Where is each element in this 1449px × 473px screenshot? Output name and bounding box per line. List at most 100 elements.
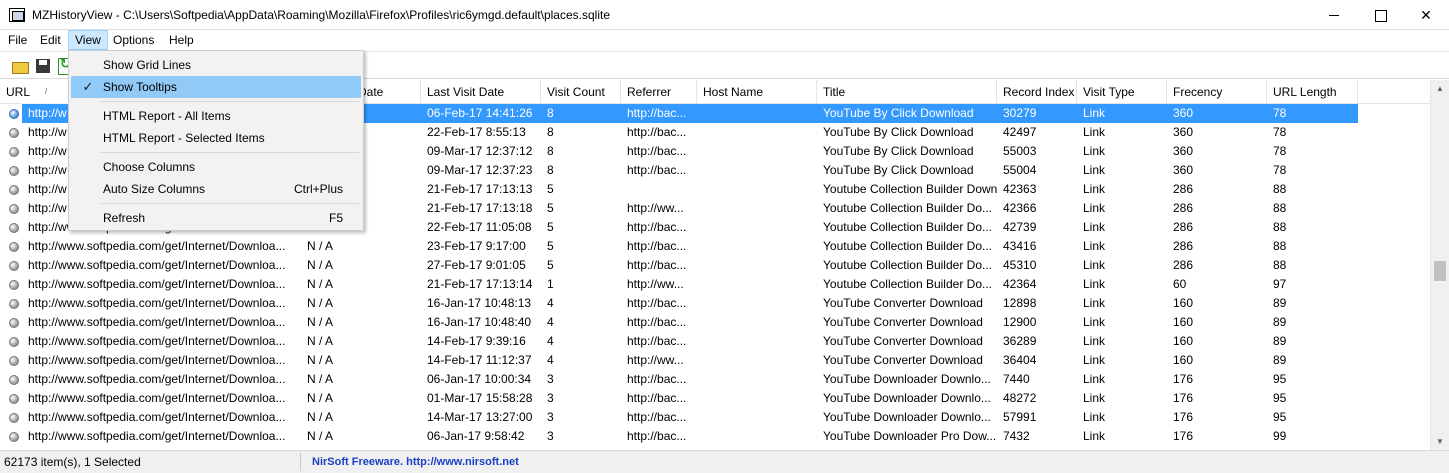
menu-item-choose-columns[interactable]: Choose Columns [71,156,361,178]
menu-separator [101,101,359,102]
cell-host [697,161,817,180]
cell-type: Link [1083,334,1106,348]
menu-item-html-report-all[interactable]: HTML Report - All Items [71,105,361,127]
cell-length: 89 [1273,296,1287,310]
cell-frecency: 360 [1173,144,1194,158]
cell-last: 14-Feb-17 11:12:37 [427,353,532,367]
cell-length: 78 [1273,144,1287,158]
cell-url: http://www.softpedia.com/get/Internet/Do… [28,353,286,367]
table-row[interactable]: http://www.softpedia.com/get/Internet/Do… [0,370,1430,389]
cell-count: 4 [547,334,554,348]
history-item-icon [9,280,19,290]
cell-count: 5 [547,182,554,196]
cell-length: 95 [1273,372,1287,386]
cell-count: 5 [547,220,554,234]
menu-item-shortcut: F5 [328,211,343,225]
cell-host [697,389,817,408]
cell-frecency: 286 [1173,258,1194,272]
table-row[interactable]: http://www.softpedia.com/get/Internet/Do… [0,351,1430,370]
cell-title: YouTube Downloader Downlo... [823,410,991,424]
maximize-button[interactable] [1357,0,1403,30]
history-item-icon [9,147,19,157]
cell-count: 3 [547,410,554,424]
table-row[interactable]: http://www.softpedia.com/get/Internet/Do… [0,313,1430,332]
cell-referrer: http://bac... [627,334,687,348]
menu-view[interactable]: View [68,30,108,50]
table-row[interactable]: http://www.softpedia.com/get/Internet/Do… [0,294,1430,313]
table-row[interactable]: http://www.softpedia.com/get/Internet/Do… [0,389,1430,408]
history-item-icon [9,223,19,233]
column-header-last-visit[interactable]: Last Visit Date [421,80,541,104]
nirsoft-link[interactable]: NirSoft Freeware. http://www.nirsoft.net [312,451,519,473]
column-header-url-length[interactable]: URL Length [1267,80,1358,104]
menu-item-shortcut: Ctrl+Plus [293,182,343,196]
vertical-scrollbar[interactable]: ▲ ▼ [1430,80,1449,450]
open-folder-icon[interactable] [10,56,30,76]
cell-type: Link [1083,391,1106,405]
menu-item-show-grid-lines[interactable]: Show Grid Lines [71,54,361,76]
menu-item-label: Auto Size Columns [103,182,206,196]
cell-frecency: 286 [1173,220,1194,234]
cell-first: N / A [307,372,334,386]
cell-length: 89 [1273,315,1287,329]
menu-options[interactable]: Options [107,30,160,50]
cell-last: 16-Jan-17 10:48:13 [427,296,532,310]
cell-type: Link [1083,315,1106,329]
menu-item-show-tooltips[interactable]: ✓ Show Tooltips [71,76,361,98]
cell-frecency: 176 [1173,372,1194,386]
cell-url: http://www.softpedia.com/get/Internet/Do… [28,315,286,329]
menu-item-refresh[interactable]: Refresh F5 [71,207,361,229]
column-header-visit-count[interactable]: Visit Count [541,80,621,104]
cell-title: YouTube By Click Download [823,163,974,177]
scroll-up-arrow-icon[interactable]: ▲ [1431,80,1449,97]
column-header-host-name[interactable]: Host Name [697,80,817,104]
column-header-visit-type[interactable]: Visit Type [1077,80,1167,104]
column-header-title[interactable]: Title [817,80,997,104]
cell-length: 88 [1273,182,1287,196]
table-row[interactable]: http://www.softpedia.com/get/Internet/Do… [0,275,1430,294]
status-bar: 62173 item(s), 1 Selected NirSoft Freewa… [0,450,1449,473]
cell-frecency: 360 [1173,125,1194,139]
column-header-referrer[interactable]: Referrer [621,80,697,104]
cell-length: 95 [1273,410,1287,424]
table-row[interactable]: http://www.softpedia.com/get/Internet/Do… [0,332,1430,351]
history-item-icon [9,128,19,138]
column-header-frecency[interactable]: Frecency [1167,80,1267,104]
menu-item-auto-size-columns[interactable]: Auto Size Columns Ctrl+Plus [71,178,361,200]
cell-title: YouTube Downloader Downlo... [823,391,991,405]
cell-host [697,275,817,294]
cell-frecency: 160 [1173,353,1194,367]
cell-type: Link [1083,429,1106,443]
column-header-record-index[interactable]: Record Index [997,80,1077,104]
cell-count: 8 [547,125,554,139]
table-row[interactable]: http://www.softpedia.com/get/Internet/Do… [0,237,1430,256]
close-button[interactable]: ✕ [1403,0,1449,30]
cell-title: YouTube By Click Download [823,125,974,139]
cell-referrer: http://bac... [627,106,687,120]
history-item-icon [9,185,19,195]
table-row[interactable]: http://www.softpedia.com/get/Internet/Do… [0,408,1430,427]
menu-file[interactable]: File [2,30,33,50]
minimize-button[interactable] [1311,0,1357,30]
cell-index: 30279 [1003,106,1037,120]
scroll-thumb[interactable] [1434,261,1446,281]
table-row[interactable]: http://www.softpedia.com/get/Internet/Do… [0,427,1430,446]
cell-type: Link [1083,201,1106,215]
save-icon[interactable] [33,56,53,76]
cell-frecency: 286 [1173,239,1194,253]
table-row[interactable]: http://www.softpedia.com/get/Internet/Do… [0,256,1430,275]
cell-type: Link [1083,277,1106,291]
menu-edit[interactable]: Edit [34,30,67,50]
cell-host [697,237,817,256]
cell-index: 42363 [1003,182,1037,196]
menu-help[interactable]: Help [163,30,200,50]
cell-index: 36289 [1003,334,1037,348]
cell-first: N / A [307,315,334,329]
scroll-down-arrow-icon[interactable]: ▼ [1431,433,1449,450]
cell-count: 8 [547,163,554,177]
history-item-icon [9,394,19,404]
cell-length: 99 [1273,429,1287,443]
menu-item-html-report-selected[interactable]: HTML Report - Selected Items [71,127,361,149]
cell-url: http://www.softpedia.com/get/Internet/Do… [28,296,286,310]
cell-index: 42366 [1003,201,1037,215]
